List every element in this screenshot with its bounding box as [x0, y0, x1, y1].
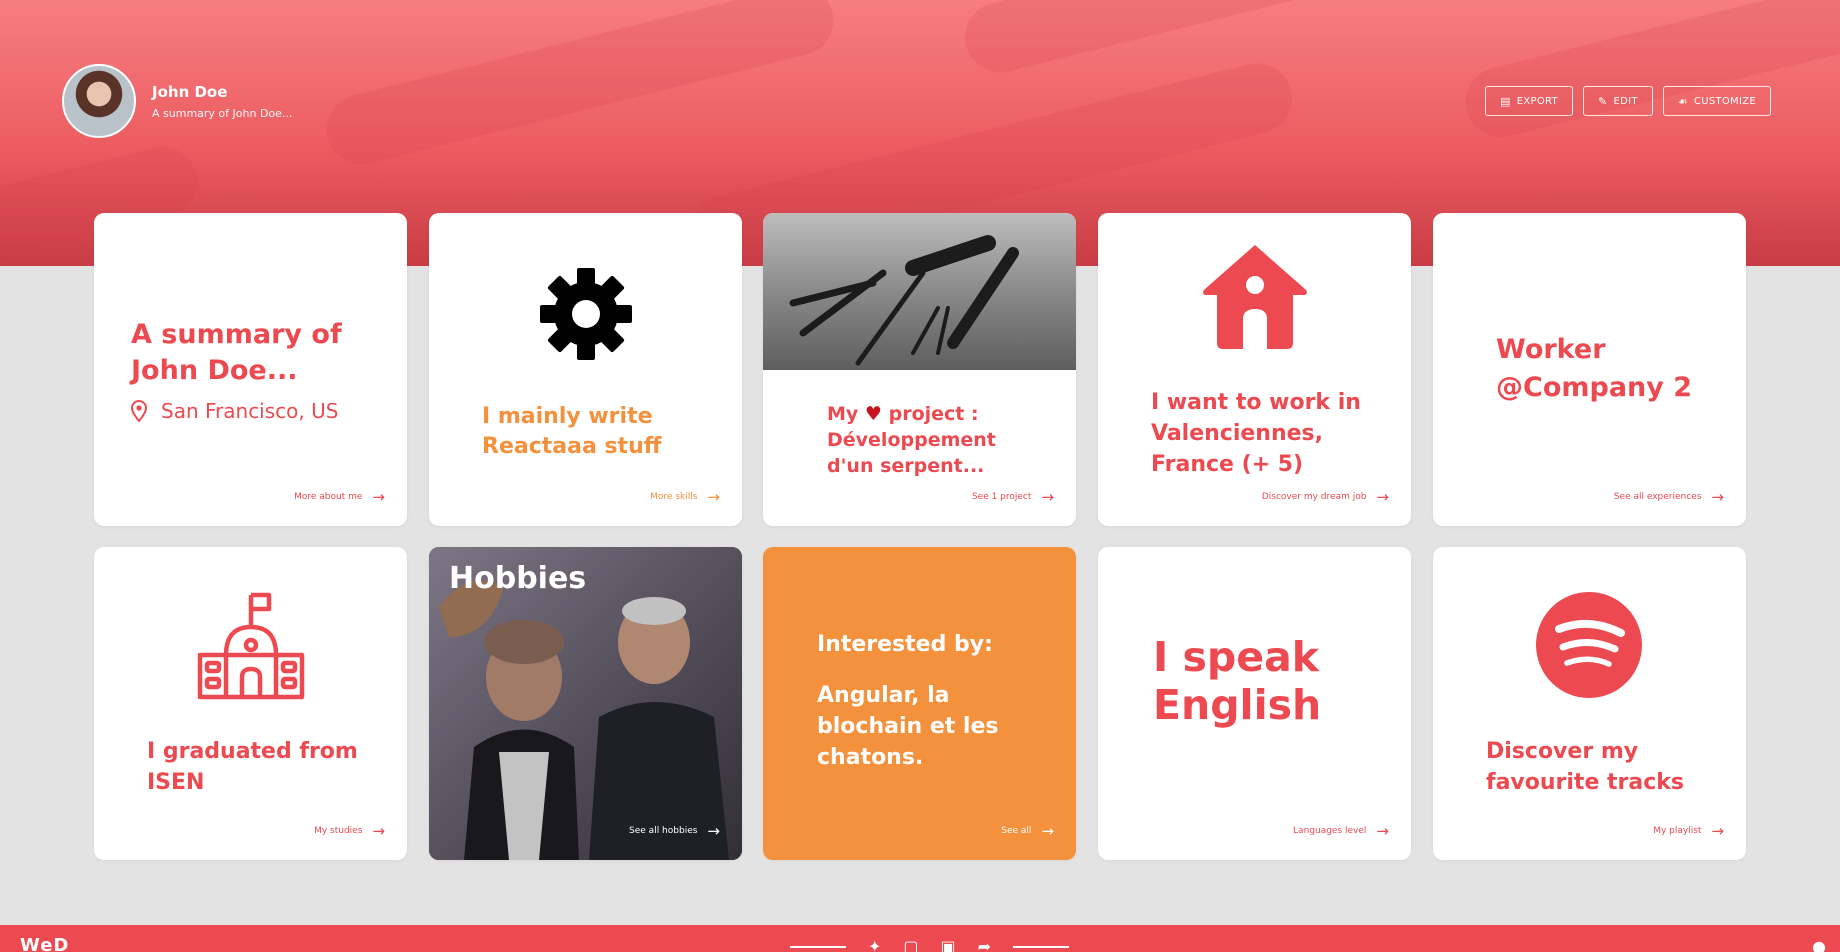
avatar[interactable]	[62, 64, 136, 138]
footer: WeD ✦ ▢ ▣ ➦ ●	[0, 925, 1840, 952]
more-skills-link[interactable]: More skills →	[650, 488, 720, 506]
link-label: My playlist	[1653, 826, 1702, 836]
footer-logo: WeD	[20, 935, 70, 952]
arrow-right-icon: →	[1376, 488, 1389, 506]
skills-title: I mainly write Reactaaa stuff	[482, 404, 662, 459]
link-label: More about me	[294, 492, 363, 502]
studies-card[interactable]: I graduated from ISEN My studies →	[94, 547, 407, 860]
paint-icon: ☙	[1677, 94, 1688, 108]
twitter-icon[interactable]: ✦	[868, 937, 881, 952]
about-title: A summary of John Doe...	[131, 319, 342, 386]
music-title: Discover my favourite tracks	[1486, 739, 1684, 795]
languages-title: I speak English	[1153, 633, 1322, 729]
export-label: EXPORT	[1516, 95, 1558, 107]
dream-job-title: I want to work in Valenciennes, France (…	[1151, 390, 1361, 477]
my-studies-link[interactable]: My studies →	[314, 822, 385, 840]
house-icon	[1203, 245, 1307, 349]
about-location: San Francisco, US	[161, 399, 339, 423]
see-experiences-link[interactable]: See all experiences →	[1614, 488, 1724, 506]
location-pin-icon	[131, 400, 147, 422]
heart-icon: ♥	[864, 403, 882, 425]
profile-name: John Doe	[152, 82, 228, 101]
link-label: See 1 project	[971, 492, 1032, 502]
project-card[interactable]: My ♥ project : Développement d'un serpen…	[763, 213, 1076, 526]
header-actions: ▤ EXPORT ✎ EDIT ☙ CUSTOMIZE	[1485, 86, 1771, 116]
arrow-right-icon: →	[1041, 488, 1054, 506]
more-about-me-link[interactable]: More about me →	[294, 488, 385, 506]
link-label: See all	[1001, 826, 1032, 836]
arrow-right-icon: →	[1376, 822, 1389, 840]
profile-summary: A summary of John Doe...	[152, 106, 293, 120]
export-button[interactable]: ▤ EXPORT	[1485, 86, 1573, 116]
studies-title: I graduated from ISEN	[147, 739, 358, 795]
customize-button[interactable]: ☙ CUSTOMIZE	[1662, 86, 1771, 116]
project-title: My ♥ project : Développement d'un serpen…	[827, 401, 1017, 479]
divider	[1013, 945, 1070, 948]
school-icon	[197, 592, 305, 700]
arrow-right-icon: →	[707, 822, 720, 840]
spotify-icon	[1536, 592, 1642, 698]
link-label: My studies	[314, 826, 363, 836]
tools-photo	[763, 213, 1076, 370]
document-icon: ▤	[1500, 94, 1511, 108]
github-icon[interactable]: ●	[1812, 937, 1826, 952]
see-all-interests-link[interactable]: See all →	[1001, 822, 1054, 840]
link-label: Discover my dream job	[1261, 492, 1367, 502]
dream-job-card[interactable]: I want to work in Valenciennes, France (…	[1098, 213, 1411, 526]
hobbies-title: Hobbies	[449, 561, 587, 596]
arrow-right-icon: →	[1041, 822, 1054, 840]
skills-card[interactable]: I mainly write Reactaaa stuff More skill…	[429, 213, 742, 526]
dream-job-link[interactable]: Discover my dream job →	[1262, 488, 1389, 506]
divider	[790, 945, 846, 948]
my-playlist-link[interactable]: My playlist →	[1653, 822, 1724, 840]
customize-label: CUSTOMIZE	[1693, 95, 1756, 107]
project-title-prefix: My	[827, 403, 859, 425]
see-hobbies-link[interactable]: See all hobbies →	[629, 822, 720, 840]
interests-text: Angular, la blochain et les chatons.	[817, 683, 999, 770]
about-card[interactable]: A summary of John Doe... San Francisco, …	[94, 213, 407, 526]
pencil-icon: ✎	[1597, 94, 1608, 108]
facebook-icon[interactable]: ▢	[903, 937, 918, 952]
share-icon[interactable]: ➦	[978, 937, 991, 952]
link-label: Languages level	[1293, 826, 1367, 836]
arrow-right-icon: →	[372, 488, 385, 506]
arrow-right-icon: →	[372, 822, 385, 840]
hobbies-card[interactable]: Hobbies See all hobbies →	[429, 547, 742, 860]
interests-heading: Interested by:	[817, 632, 993, 657]
edit-button[interactable]: ✎ EDIT	[1582, 86, 1653, 116]
see-project-link[interactable]: See 1 project →	[972, 488, 1054, 506]
link-label: See all experiences	[1613, 492, 1702, 502]
languages-card[interactable]: I speak English Languages level →	[1098, 547, 1411, 860]
gear-icon	[540, 268, 632, 360]
link-label: See all hobbies	[629, 826, 698, 836]
experiences-title: Worker @Company 2	[1496, 334, 1693, 403]
arrow-right-icon: →	[1711, 488, 1724, 506]
experiences-card[interactable]: Worker @Company 2 See all experiences →	[1433, 213, 1746, 526]
linkedin-icon[interactable]: ▣	[941, 937, 956, 952]
profile-header: John Doe A summary of John Doe...	[62, 64, 292, 138]
arrow-right-icon: →	[707, 488, 720, 506]
languages-level-link[interactable]: Languages level →	[1293, 822, 1389, 840]
link-label: More skills	[650, 492, 698, 502]
edit-label: EDIT	[1613, 95, 1638, 107]
footer-social: ✦ ▢ ▣ ➦	[790, 937, 1070, 952]
arrow-right-icon: →	[1711, 822, 1724, 840]
music-card[interactable]: Discover my favourite tracks My playlist…	[1433, 547, 1746, 860]
interests-card[interactable]: Interested by: Angular, la blochain et l…	[763, 547, 1076, 860]
